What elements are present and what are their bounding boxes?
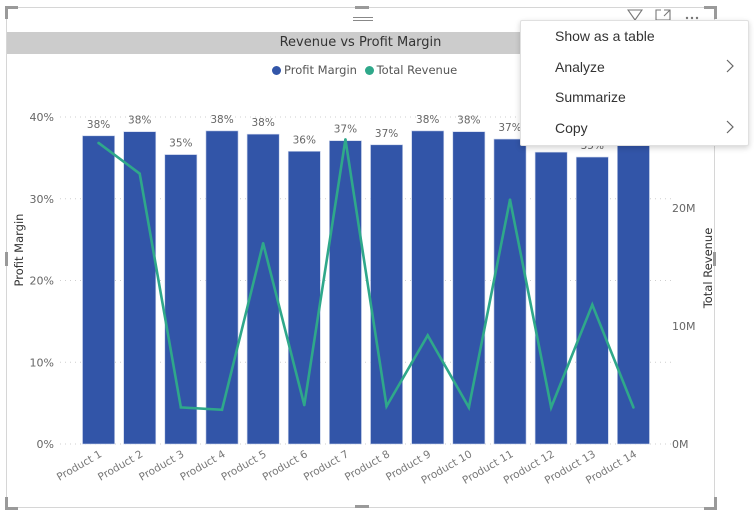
x-axis-ticks: Product 1Product 2Product 3Product 4Prod… [55, 448, 639, 487]
bar-data-label: 37% [498, 122, 521, 134]
menu-item-copy[interactable]: Copy [521, 113, 748, 144]
bar-data-label: 38% [210, 114, 233, 126]
line-point [426, 334, 430, 337]
y-left-tick-label: 10% [30, 356, 54, 369]
bar-data-label: 38% [457, 115, 480, 127]
y-right-tick-label: 0M [672, 438, 689, 451]
bar-data-label: 38% [416, 114, 439, 126]
y-left-tick-label: 0% [37, 438, 54, 451]
bar[interactable] [452, 131, 486, 445]
menu-item-label: Analyze [555, 58, 605, 75]
bar[interactable] [617, 144, 650, 445]
line-point [261, 242, 265, 245]
line-point [220, 408, 224, 412]
bar-data-label: 38% [128, 115, 151, 127]
bar[interactable] [575, 156, 609, 445]
bar[interactable] [329, 140, 362, 445]
x-tick-label: Product 8 [343, 448, 392, 483]
context-menu: Show as a table Analyze Summarize Copy [520, 20, 749, 146]
menu-item-label: Show as a table [555, 28, 655, 44]
line-point [549, 406, 553, 409]
x-tick-label: Product 7 [302, 448, 351, 483]
chevron-right-icon [726, 52, 734, 83]
x-tick-label: Product 5 [219, 448, 268, 483]
line-point [97, 141, 100, 145]
line-point [179, 406, 183, 409]
bar[interactable] [411, 130, 445, 445]
line-point [302, 403, 306, 407]
y-left-tick-label: 40% [30, 111, 54, 124]
y-left-tick-label: 20% [30, 275, 54, 288]
y-right-tick-label: 10M [672, 320, 696, 333]
chevron-right-icon [726, 113, 734, 144]
x-tick-label: Product 6 [261, 448, 310, 483]
menu-item-show-as-table[interactable]: Show as a table [521, 21, 748, 52]
line-point [590, 303, 594, 307]
menu-item-label: Copy [555, 119, 588, 136]
y-axis-right-ticks: 0M 10M 20M [672, 202, 696, 451]
line-point [467, 406, 471, 409]
line-point [138, 172, 142, 175]
x-tick-label: Product 2 [96, 448, 145, 483]
menu-item-summarize[interactable]: Summarize [521, 82, 748, 113]
line-point [508, 198, 512, 201]
y-right-tick-label: 20M [672, 202, 696, 215]
line-point [632, 406, 635, 409]
bar[interactable] [82, 135, 115, 445]
bar-data-label: 37% [334, 124, 357, 136]
line-point [385, 404, 388, 408]
bar-data-label: 36% [293, 134, 316, 146]
bar[interactable] [205, 130, 239, 445]
y-axis-left-ticks: 0% 10% 20% 30% 40% [30, 111, 54, 451]
menu-item-analyze[interactable]: Analyze [521, 52, 748, 83]
bar[interactable] [493, 138, 527, 445]
x-tick-label: Product 1 [55, 448, 104, 483]
bar-data-label: 35% [169, 138, 192, 150]
menu-item-label: Summarize [555, 89, 626, 105]
bar-series-profit-margin [82, 130, 650, 445]
bar-data-label: 38% [251, 117, 274, 129]
line-point [344, 138, 347, 141]
bar[interactable] [534, 151, 568, 445]
y-left-tick-label: 30% [30, 193, 54, 206]
x-tick-label: Product 4 [178, 448, 227, 483]
x-tick-label: Product 3 [137, 448, 186, 483]
bar-data-label: 38% [87, 119, 110, 131]
bar-data-label: 37% [375, 128, 398, 140]
